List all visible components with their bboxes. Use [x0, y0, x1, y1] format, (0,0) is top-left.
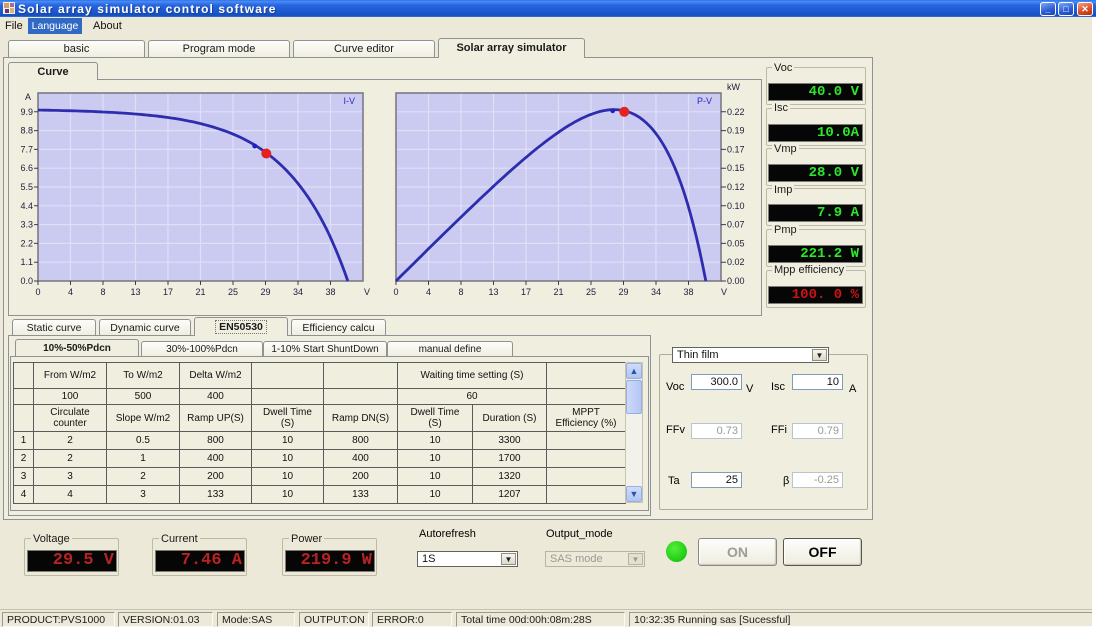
- svg-text:34: 34: [651, 287, 661, 297]
- svg-text:29: 29: [618, 287, 628, 297]
- svg-text:0.12: 0.12: [727, 182, 745, 192]
- svg-text:0.22: 0.22: [727, 107, 745, 117]
- svg-text:8.8: 8.8: [20, 126, 33, 136]
- svg-text:A: A: [25, 92, 31, 102]
- svg-text:0.07: 0.07: [727, 220, 745, 230]
- svg-text:P-V: P-V: [697, 96, 712, 106]
- svg-text:0.10: 0.10: [727, 201, 745, 211]
- svg-text:kW: kW: [727, 82, 741, 92]
- svg-text:0.15: 0.15: [727, 163, 745, 173]
- svg-text:13: 13: [130, 287, 140, 297]
- svg-text:13: 13: [488, 287, 498, 297]
- svg-text:3.3: 3.3: [20, 220, 33, 230]
- svg-text:4: 4: [68, 287, 73, 297]
- svg-text:8: 8: [458, 287, 463, 297]
- svg-text:7.7: 7.7: [20, 144, 33, 154]
- svg-text:0.0: 0.0: [20, 276, 33, 286]
- svg-text:1.1: 1.1: [20, 257, 33, 267]
- svg-text:0.19: 0.19: [727, 126, 745, 136]
- svg-text:21: 21: [195, 287, 205, 297]
- svg-text:0: 0: [393, 287, 398, 297]
- svg-text:38: 38: [683, 287, 693, 297]
- svg-text:21: 21: [553, 287, 563, 297]
- svg-text:0: 0: [35, 287, 40, 297]
- svg-text:34: 34: [293, 287, 303, 297]
- svg-text:25: 25: [586, 287, 596, 297]
- svg-text:4.4: 4.4: [20, 201, 33, 211]
- svg-text:5.5: 5.5: [20, 182, 33, 192]
- svg-text:6.6: 6.6: [20, 163, 33, 173]
- svg-text:29: 29: [260, 287, 270, 297]
- svg-text:I-V: I-V: [343, 96, 355, 106]
- svg-text:17: 17: [163, 287, 173, 297]
- svg-text:17: 17: [521, 287, 531, 297]
- svg-text:2.2: 2.2: [20, 238, 33, 248]
- svg-text:0.02: 0.02: [727, 257, 745, 267]
- svg-text:V: V: [721, 287, 727, 297]
- svg-text:V: V: [364, 287, 370, 297]
- svg-text:8: 8: [100, 287, 105, 297]
- svg-text:25: 25: [228, 287, 238, 297]
- svg-text:0.17: 0.17: [727, 144, 745, 154]
- svg-text:4: 4: [426, 287, 431, 297]
- svg-text:0.05: 0.05: [727, 238, 745, 248]
- svg-text:0.00: 0.00: [727, 276, 745, 286]
- svg-text:38: 38: [325, 287, 335, 297]
- svg-text:9.9: 9.9: [20, 107, 33, 117]
